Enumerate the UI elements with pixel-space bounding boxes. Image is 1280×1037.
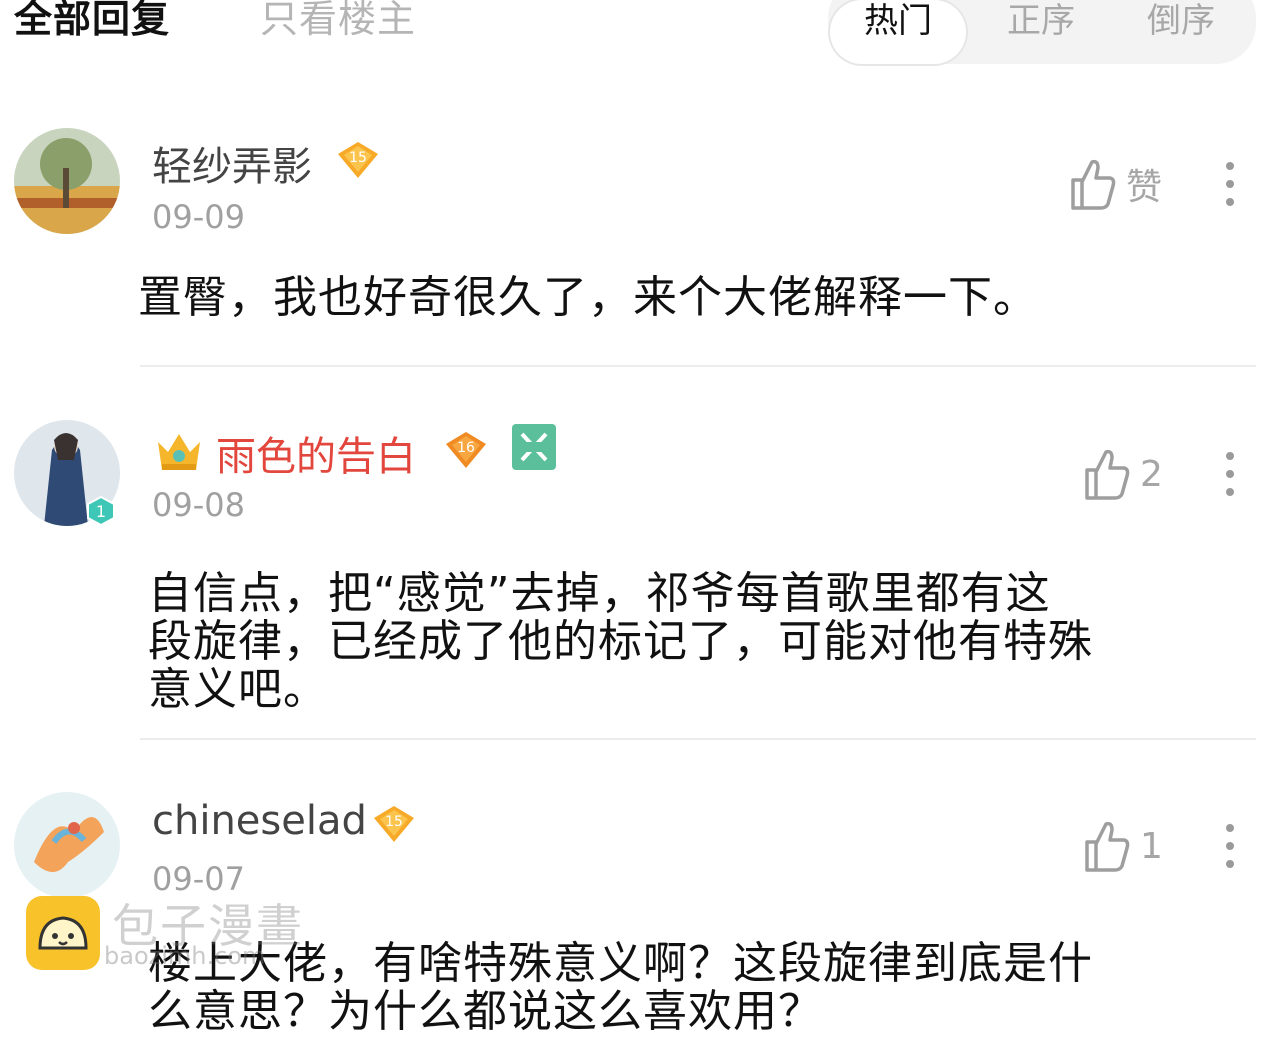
avatar-tree-image	[14, 128, 120, 234]
sort-ascending-button[interactable]: 正序	[976, 0, 1106, 64]
reply-tabs-bar: 全部回复 只看楼主 热门 正序 倒序	[0, 0, 1280, 70]
like-count: 2	[1140, 453, 1163, 495]
sort-descending-button[interactable]: 倒序	[1116, 0, 1246, 64]
username[interactable]: 雨色的告白	[216, 424, 416, 482]
svg-text:15: 15	[349, 150, 367, 166]
site-watermark: 包子漫畫 baozimh.com	[26, 896, 326, 976]
comment-text-line: 么意思？为什么都说这么喜欢用？	[148, 986, 823, 1037]
level-badge-icon: 16	[446, 432, 486, 468]
divider	[140, 738, 1256, 740]
more-options-icon[interactable]	[1219, 452, 1241, 502]
like-button[interactable]: 1	[1084, 820, 1163, 872]
level-hexagon-icon: 1	[87, 496, 115, 526]
avatar[interactable]	[14, 792, 120, 898]
comment-text-line: 段旋律，已经成了他的标记了，可能对他有特殊	[148, 616, 1093, 667]
like-label: 赞	[1126, 167, 1163, 208]
like-button[interactable]: 赞	[1070, 158, 1162, 210]
thumbs-up-icon	[1085, 821, 1130, 872]
like-button[interactable]: 2	[1084, 448, 1163, 500]
comment-text: 自信点，把“感觉”去掉，祁爷每首歌里都有这 段旋律，已经成了他的标记了，可能对他…	[148, 570, 1093, 714]
medal-icon	[512, 424, 556, 470]
svg-text:15: 15	[385, 814, 403, 830]
svg-text:1: 1	[96, 502, 106, 521]
svg-text:16: 16	[457, 440, 475, 456]
comment-text-line: 自信点，把“感觉”去掉，祁爷每首歌里都有这	[148, 568, 1051, 619]
like-count: 1	[1140, 825, 1163, 867]
comment-date: 09-08	[152, 486, 245, 524]
bun-logo-icon	[26, 896, 100, 970]
tab-all-replies[interactable]: 全部回复	[14, 0, 170, 43]
avatar[interactable]	[14, 128, 120, 234]
username[interactable]: 轻纱弄影	[152, 134, 312, 192]
level-badge-icon: 15	[374, 806, 414, 842]
level-badge-icon: 15	[338, 142, 378, 178]
tab-owner-only[interactable]: 只看楼主	[260, 0, 416, 43]
crown-icon	[158, 434, 200, 470]
comment-date: 09-09	[152, 198, 245, 236]
avatar-phoenix-image	[14, 792, 120, 898]
thumbs-up-icon	[1071, 159, 1116, 210]
more-options-icon[interactable]	[1219, 824, 1241, 874]
comment-text-line: 意义吧。	[148, 664, 328, 715]
thumbs-up-icon	[1085, 449, 1130, 500]
username[interactable]: chineselad	[152, 798, 367, 844]
watermark-url: baozimh.com	[104, 942, 266, 970]
divider	[140, 365, 1256, 367]
sort-hot-button[interactable]: 热门	[830, 0, 966, 64]
sort-segmented-control: 热门 正序 倒序	[828, 0, 1256, 64]
comment-text: 置臀，我也好奇很久了，来个大佬解释一下。	[138, 272, 1038, 323]
more-options-icon[interactable]	[1219, 162, 1241, 212]
